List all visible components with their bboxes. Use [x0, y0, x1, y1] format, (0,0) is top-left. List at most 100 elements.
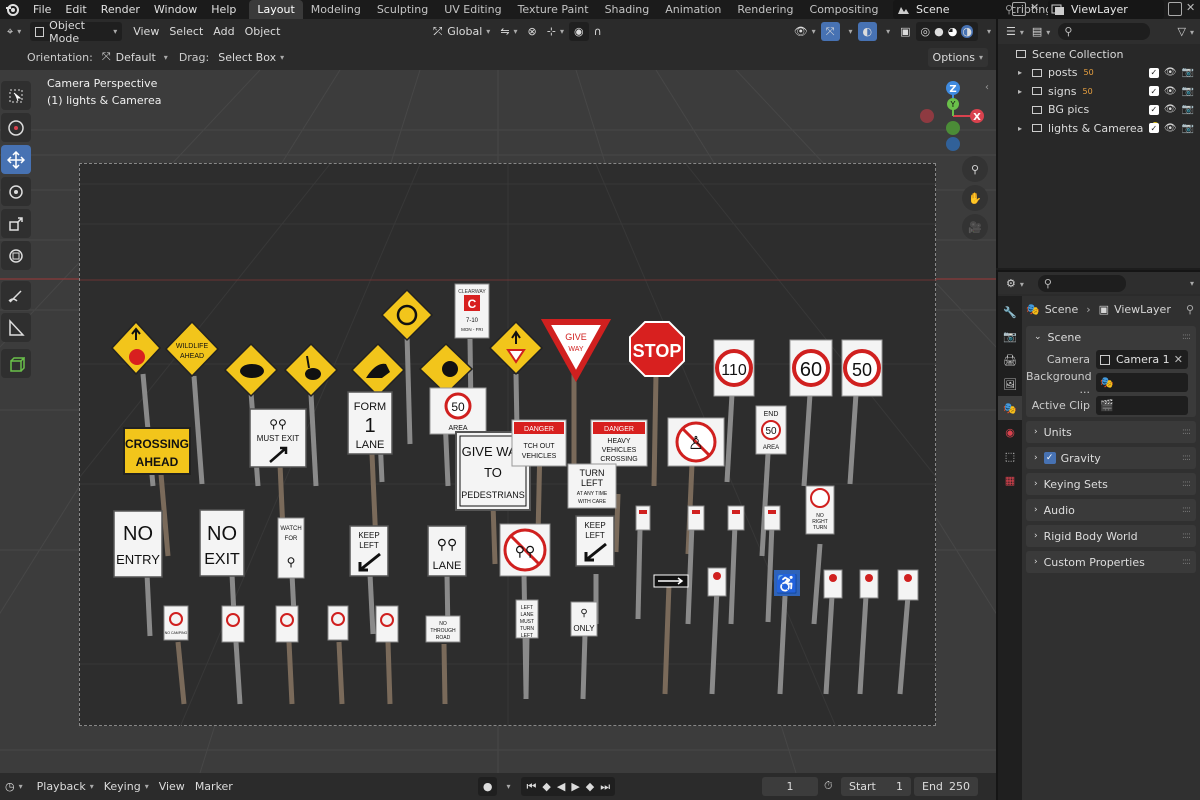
- transform-orientation-selector[interactable]: ⤱ Global ▾: [428, 22, 495, 41]
- render-camera-icon[interactable]: 📷: [1182, 123, 1194, 134]
- jump-start-icon[interactable]: ⏮: [526, 780, 536, 794]
- timeline-view-menu[interactable]: View: [154, 777, 190, 796]
- pivot-point-icon[interactable]: ⇋ ▾: [495, 22, 522, 41]
- gravity-checkbox[interactable]: ✓: [1043, 452, 1056, 464]
- panel-header[interactable]: › Rigid Body World::::: [1026, 525, 1196, 547]
- options-dropdown[interactable]: Options ▾: [927, 47, 988, 67]
- playback-menu[interactable]: Playback ▾: [32, 777, 99, 796]
- proportional-edit-icon[interactable]: ◉: [569, 22, 589, 41]
- drag-grip-icon[interactable]: ::::: [1182, 427, 1191, 437]
- menu-edit[interactable]: Edit: [58, 0, 93, 19]
- expand-arrow-icon[interactable]: ▸: [1018, 68, 1028, 77]
- editor-type-button[interactable]: ⌖ ▾: [2, 22, 26, 41]
- move-tool-icon[interactable]: [1, 145, 31, 174]
- transform-tool-icon[interactable]: [1, 241, 31, 270]
- panel-header[interactable]: › ✓ Gravity::::: [1026, 447, 1196, 469]
- menu-help[interactable]: Help: [204, 0, 243, 19]
- current-frame-field[interactable]: 1: [762, 777, 818, 796]
- properties-options-icon[interactable]: ▾: [1190, 279, 1194, 288]
- play-reverse-icon[interactable]: ◀: [557, 780, 565, 793]
- proportional-falloff-icon[interactable]: ∩: [589, 22, 607, 41]
- preview-range-icon[interactable]: ⏱: [824, 779, 833, 793]
- blender-logo-icon[interactable]: [4, 2, 20, 18]
- world-tab-icon[interactable]: ◉: [998, 420, 1022, 444]
- exclude-checkbox[interactable]: ✓: [1148, 123, 1159, 134]
- tab-sculpting[interactable]: Sculpting: [369, 0, 436, 19]
- scene-collection-row[interactable]: Scene Collection: [998, 45, 1200, 64]
- tab-layout[interactable]: Layout: [249, 0, 303, 19]
- scene-selector[interactable]: Scene ⚲: [893, 0, 1013, 19]
- menu-render[interactable]: Render: [94, 0, 147, 19]
- menu-file[interactable]: File: [26, 0, 58, 19]
- pin-icon[interactable]: ⚲: [1186, 303, 1194, 316]
- gizmo-toggle-icon[interactable]: ⤧: [820, 22, 840, 41]
- outliner-editor-icon[interactable]: ☰ ▾: [1006, 25, 1024, 38]
- outliner-row-signs[interactable]: ▸ signs 50 ✓ 👁 📷: [998, 82, 1200, 101]
- material-shading-icon[interactable]: ◕: [948, 25, 958, 38]
- outliner-search-input[interactable]: ⚲: [1058, 23, 1151, 40]
- camera-view-icon[interactable]: 🎥: [962, 214, 988, 240]
- properties-search-input[interactable]: ⚲: [1037, 274, 1126, 292]
- rotate-tool-icon[interactable]: [1, 177, 31, 206]
- texture-tab-icon[interactable]: ▦: [998, 468, 1022, 492]
- snap-element-icon[interactable]: ⊹ ▾: [542, 22, 569, 41]
- sidebar-toggle-icon[interactable]: ‹: [985, 82, 989, 93]
- wireframe-shading-icon[interactable]: ◎: [921, 25, 931, 38]
- object-menu[interactable]: Object: [240, 22, 286, 41]
- orientation-selector[interactable]: ⤧ Default ▾: [97, 48, 173, 67]
- menu-window[interactable]: Window: [147, 0, 204, 19]
- marker-menu[interactable]: Marker: [190, 777, 238, 796]
- properties-editor-icon[interactable]: ⚙ ▾: [1006, 277, 1024, 290]
- render-camera-icon[interactable]: 📷: [1182, 104, 1194, 115]
- visibility-eye-icon[interactable]: 👁: [1164, 67, 1177, 78]
- drag-grip-icon[interactable]: ::::: [1182, 453, 1191, 463]
- viewlayer-new-button[interactable]: [1168, 2, 1182, 16]
- viewlayer-close-icon[interactable]: ✕: [1186, 1, 1195, 14]
- solid-shading-icon[interactable]: ●: [934, 25, 944, 38]
- filter-icon[interactable]: ▽ ▾: [1178, 25, 1194, 38]
- drag-grip-icon[interactable]: ::::: [1182, 531, 1191, 541]
- jump-end-icon[interactable]: ⏭: [600, 780, 610, 794]
- background-field[interactable]: 🎭: [1096, 373, 1188, 392]
- jump-keyframe-back-icon[interactable]: ◆: [542, 780, 550, 793]
- navigation-gizmo[interactable]: Z Y X: [915, 78, 995, 156]
- start-frame-field[interactable]: Start 1: [841, 777, 911, 796]
- auto-keying-toggle[interactable]: ●: [477, 777, 498, 796]
- tab-uv-editing[interactable]: UV Editing: [436, 0, 509, 19]
- view-layer-tab-icon[interactable]: 🖼: [998, 372, 1022, 396]
- overlay-toggle-icon[interactable]: ◐: [857, 22, 878, 41]
- outliner-row-bg-pics[interactable]: BG pics ✓ 👁 📷: [998, 101, 1200, 120]
- panel-header[interactable]: › Audio::::: [1026, 499, 1196, 521]
- zoom-icon[interactable]: ⚲: [962, 156, 988, 182]
- 3d-viewport[interactable]: WILDLIFE AHEAD CROSSING AHEAD CLEARWAY C…: [0, 70, 996, 773]
- output-tab-icon[interactable]: 🖨: [998, 348, 1022, 372]
- panel-header[interactable]: › Keying Sets::::: [1026, 473, 1196, 495]
- mode-selector[interactable]: Object Mode ▾: [30, 19, 123, 45]
- pan-hand-icon[interactable]: ✋: [962, 185, 988, 211]
- scene-close-icon[interactable]: ✕: [1030, 1, 1039, 14]
- panel-header[interactable]: › Units::::: [1026, 421, 1196, 443]
- render-tab-icon[interactable]: 📷: [998, 324, 1022, 348]
- scene-panel-header[interactable]: ⌄ Scene ::::: [1026, 326, 1196, 348]
- rendered-shading-icon[interactable]: ◑: [961, 25, 973, 38]
- tool-tab-icon[interactable]: 🔧: [998, 300, 1022, 324]
- add-menu[interactable]: Add: [208, 22, 239, 41]
- add-cube-tool-icon[interactable]: [1, 349, 31, 378]
- clear-icon[interactable]: ✕: [1174, 353, 1183, 366]
- exclude-checkbox[interactable]: ✓: [1148, 104, 1159, 115]
- end-frame-field[interactable]: End 250: [914, 777, 978, 796]
- tab-shading[interactable]: Shading: [597, 0, 658, 19]
- expand-arrow-icon[interactable]: ▸: [1018, 87, 1028, 96]
- jump-keyframe-forward-icon[interactable]: ◆: [586, 780, 594, 793]
- drag-grip-icon[interactable]: ::::: [1182, 557, 1191, 567]
- tab-texture-paint[interactable]: Texture Paint: [510, 0, 597, 19]
- collection-tab-icon[interactable]: ⬚: [998, 444, 1022, 468]
- panel-header[interactable]: › Custom Properties::::: [1026, 551, 1196, 573]
- xray-toggle-icon[interactable]: ▣: [895, 22, 915, 41]
- display-mode-icon[interactable]: ▤ ▾: [1032, 25, 1050, 38]
- overlay-dropdown-icon[interactable]: ▾: [877, 22, 895, 41]
- render-camera-icon[interactable]: 📷: [1182, 67, 1194, 78]
- tab-animation[interactable]: Animation: [657, 0, 729, 19]
- visibility-eye-icon[interactable]: 👁: [1164, 104, 1177, 115]
- tab-modeling[interactable]: Modeling: [303, 0, 369, 19]
